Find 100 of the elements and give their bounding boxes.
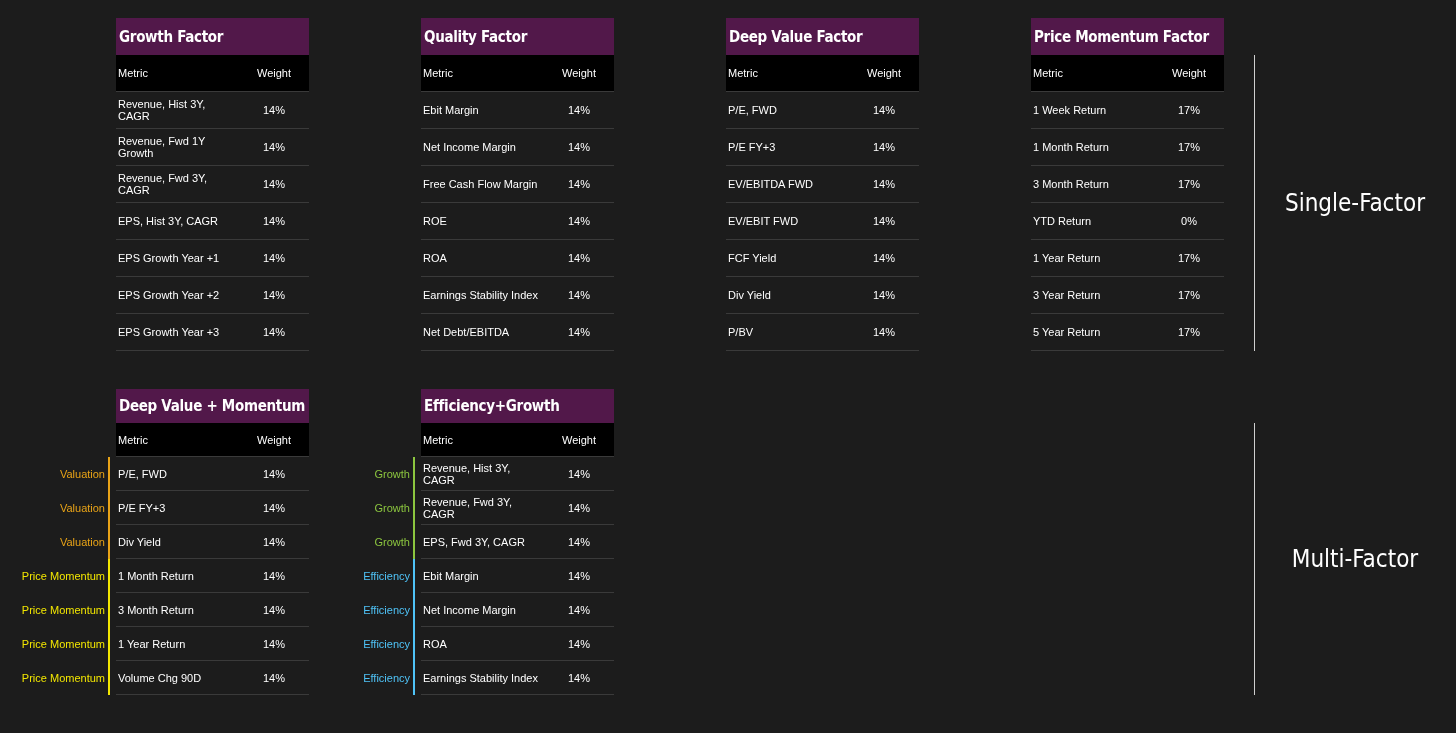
table-cell-text: Revenue, Hist 3Y, CAGR	[117, 98, 207, 122]
table-cell-text: EPS, Fwd 3Y, CAGR	[422, 535, 526, 548]
table-cell-text: Free Cash Flow Margin	[422, 178, 539, 190]
table-cell-text: Earnings Stability Index	[422, 289, 539, 301]
table-cell-text: 1 Year Return	[1032, 252, 1102, 264]
table-cell-text: 14%	[262, 671, 286, 684]
table-cell-text: 14%	[262, 326, 286, 338]
table-cell-text: 14%	[567, 603, 591, 616]
table-cell-text: Net Income Margin	[422, 141, 517, 153]
table-cell-text: 14%	[872, 326, 896, 338]
table-cell-text: Volume Chg 90D	[117, 671, 203, 684]
table-cell-text: 14%	[567, 326, 591, 338]
table-cell-text: P/E FY+3	[727, 141, 777, 153]
table-cell-text: 14%	[567, 141, 591, 153]
table-cell-text: 14%	[262, 141, 286, 153]
table-cell-text: 0%	[1180, 215, 1198, 227]
table-cell-text: EPS, Hist 3Y, CAGR	[117, 215, 220, 227]
table-cell-text: Revenue, Fwd 3Y, CAGR	[117, 172, 209, 196]
table-cell-text: Ebit Margin	[422, 569, 480, 582]
table-cell-text: P/E, FWD	[727, 104, 778, 116]
table-cell-text: EPS Growth Year +1	[117, 252, 221, 264]
table-cell-text: 1 Year Return	[117, 637, 187, 650]
table-cell-text: 14%	[567, 289, 591, 301]
column-header: Metric	[117, 433, 149, 446]
category-label: Efficiency	[325, 627, 415, 661]
table-cell-text: Div Yield	[117, 535, 162, 548]
table-cell-text: 17%	[1177, 141, 1201, 153]
table-cell-text: 14%	[567, 535, 591, 548]
category-label: Growth	[325, 525, 415, 559]
table-cell-text: 14%	[262, 252, 286, 264]
section-label: Multi-Factor	[1291, 545, 1419, 573]
table-cell-text: P/E FY+3	[117, 501, 167, 514]
category-label: Price Momentum	[20, 593, 110, 627]
column-header: Weight	[255, 67, 292, 79]
category-label: Growth	[325, 491, 415, 525]
table-cell-text: EV/EBITDA FWD	[727, 178, 814, 190]
table-title: Efficiency+Growth	[421, 389, 614, 423]
table-cell-text: EV/EBIT FWD	[727, 215, 800, 227]
table-cell-text: 14%	[567, 178, 591, 190]
column-header: Weight	[1170, 67, 1207, 79]
table-cell-text: 1 Month Return	[117, 569, 195, 582]
category-label: Valuation	[20, 457, 110, 491]
table-cell-text: Div Yield	[727, 289, 772, 301]
table-cell-text: ROA	[422, 637, 448, 650]
category-label: Efficiency	[325, 593, 415, 627]
category-label: Valuation	[20, 525, 110, 559]
column-header: Metric	[422, 67, 454, 79]
table-cell-text: 3 Year Return	[1032, 289, 1102, 301]
table-cell-text: 5 Year Return	[1032, 326, 1102, 338]
table-cell-text: 17%	[1177, 289, 1201, 301]
column-header: Weight	[255, 433, 292, 446]
table-cell-text: EPS Growth Year +3	[117, 326, 221, 338]
table-cell-text: 17%	[1177, 178, 1201, 190]
table-cell-text: 14%	[262, 603, 286, 616]
table-cell-text: Net Income Margin	[422, 603, 517, 616]
table-cell-text: ROE	[422, 215, 448, 227]
column-header: Weight	[560, 433, 597, 446]
table-cell-text: 14%	[567, 569, 591, 582]
table-cell-text: 14%	[262, 535, 286, 548]
table-cell-text: 3 Month Return	[1032, 178, 1110, 190]
table-cell-text: 14%	[567, 104, 591, 116]
table-cell-text: P/E, FWD	[117, 467, 168, 480]
column-header: Weight	[865, 67, 902, 79]
table-cell-text: P/BV	[727, 326, 755, 338]
table-cell-text: Ebit Margin	[422, 104, 480, 116]
table-cell-text: 14%	[872, 104, 896, 116]
column-header: Metric	[727, 67, 759, 79]
table-cell-text: 14%	[262, 501, 286, 514]
category-label: Valuation	[20, 491, 110, 525]
table-cell-text: 14%	[872, 252, 896, 264]
table-cell-text: 17%	[1177, 252, 1201, 264]
table-cell-text: ROA	[422, 252, 448, 264]
category-label: Growth	[325, 457, 415, 491]
category-label: Price Momentum	[20, 627, 110, 661]
column-header: Metric	[117, 67, 149, 79]
table-cell-text: 14%	[262, 215, 286, 227]
column-header: Metric	[1032, 67, 1064, 79]
table-cell-text: 3 Month Return	[117, 603, 195, 616]
table-cell-text: 14%	[567, 215, 591, 227]
table-cell-text: Revenue, Fwd 1Y Growth	[117, 135, 207, 159]
table-cell-text: 14%	[262, 178, 286, 190]
table-title: Deep Value + Momentum	[116, 389, 309, 423]
category-label: Efficiency	[325, 661, 415, 695]
table-cell-text: YTD Return	[1032, 215, 1093, 227]
table-cell-text: 14%	[567, 501, 591, 514]
table-cell-text: 17%	[1177, 326, 1201, 338]
table-cell-text: 14%	[262, 637, 286, 650]
table-cell-text: 14%	[567, 671, 591, 684]
table-cell-text: 14%	[262, 104, 286, 116]
table-cell-text: Net Debt/EBITDA	[422, 326, 511, 338]
table-cell-text: 14%	[262, 467, 286, 480]
table-title: Quality Factor	[421, 18, 614, 55]
table-cell-text: 14%	[872, 215, 896, 227]
category-label: Price Momentum	[20, 559, 110, 593]
table-cell-text: FCF Yield	[727, 252, 778, 264]
section-label: Single-Factor	[1284, 189, 1426, 217]
table-cell-text: 17%	[1177, 104, 1201, 116]
table-cell-text: 1 Month Return	[1032, 141, 1110, 153]
category-label: Price Momentum	[20, 661, 110, 695]
category-label: Efficiency	[325, 559, 415, 593]
